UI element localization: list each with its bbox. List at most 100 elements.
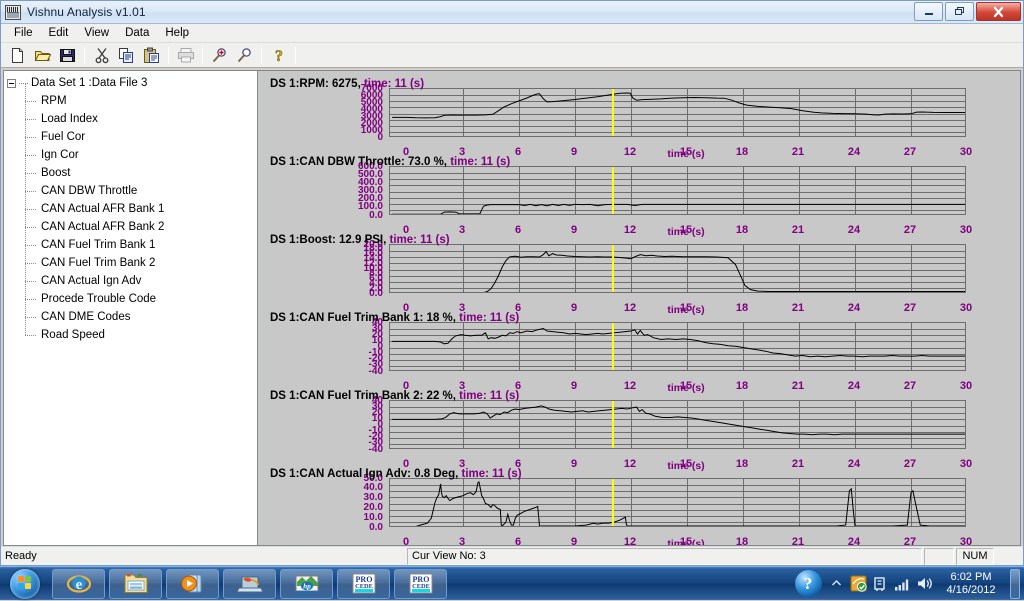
status-num-lock: NUM	[956, 547, 994, 565]
taskbar-laptop-app[interactable]	[223, 568, 276, 599]
help-orb-icon[interactable]: ?	[791, 570, 825, 597]
open-icon[interactable]	[30, 44, 55, 67]
chart-cursor-readout: time: 11 (s)	[363, 78, 425, 90]
tree-item-boost[interactable]: Boost	[7, 155, 257, 182]
chart-plot-area-4[interactable]	[389, 322, 966, 371]
help-icon[interactable]: ?	[266, 44, 291, 67]
taskbar-procede-app-1[interactable]: PRO CEDE	[337, 568, 390, 599]
cut-icon[interactable]	[89, 44, 114, 67]
time-cursor-4[interactable]	[612, 323, 615, 370]
time-cursor-6[interactable]	[612, 479, 615, 526]
clock-date: 4/16/2012	[946, 583, 996, 596]
action-center-icon[interactable]	[847, 571, 869, 597]
menu-item-edit[interactable]: Edit	[41, 25, 77, 41]
menu-item-help[interactable]: Help	[157, 25, 197, 41]
chart-plot-area-2[interactable]	[389, 166, 966, 215]
tree-item-can-actual-ign-adv[interactable]: CAN Actual Ign Adv	[7, 263, 257, 290]
tree-item-label: CAN Fuel Trim Bank 2	[41, 257, 156, 269]
tree-item-can-dbw-throttle[interactable]: CAN DBW Throttle	[7, 173, 257, 200]
copy-icon[interactable]	[114, 44, 139, 67]
minimize-button[interactable]	[914, 2, 943, 21]
time-cursor-1[interactable]	[612, 89, 615, 136]
tree-item-ign-cor[interactable]: Ign Cor	[7, 137, 257, 164]
menu-item-file[interactable]: File	[6, 25, 41, 41]
taskbar-internet-explorer[interactable]: e	[52, 568, 105, 599]
tree-item-fuel-cor[interactable]: Fuel Cor	[7, 119, 257, 146]
chart-panel-1[interactable]: DS 1:RPM: 6275, time: 11 (s) 0 1000 2000 300…	[258, 78, 1020, 160]
volume-icon[interactable]	[913, 571, 935, 597]
y-tick-label: 40.0	[363, 482, 383, 494]
chart-panel-2[interactable]: DS 1:CAN DBW Throttle: 73.0 %, time: 11 …	[258, 156, 1020, 238]
chart-trace-2	[392, 203, 965, 214]
time-cursor-2[interactable]	[612, 167, 615, 214]
chart-panel-3[interactable]: DS 1:Boost: 12.9 PSI, time: 11 (s) 0.0 2.0…	[258, 234, 1020, 316]
show-hidden-icons-icon[interactable]	[825, 571, 847, 597]
taskbar-hp-app[interactable]: hp	[280, 568, 333, 599]
tree-item-label: Procede Trouble Code	[41, 293, 157, 305]
chart-readout-label: DS 1:CAN Fuel Trim Bank 2: 22 %	[270, 390, 453, 402]
show-desktop-button[interactable]	[1010, 568, 1020, 599]
x-tick-label: 9	[570, 536, 578, 546]
x-tick-label: 30	[959, 536, 973, 546]
charts-pane[interactable]: DS 1:RPM: 6275, time: 11 (s) 0 1000 2000 300…	[258, 70, 1021, 546]
network-signal-icon[interactable]	[891, 571, 913, 597]
system-tray: ? 6:02 PM 4/16/2012	[791, 567, 1024, 601]
menu-item-data[interactable]: Data	[117, 25, 157, 41]
tree-item-road-speed[interactable]: Road Speed	[7, 317, 257, 344]
collapse-icon[interactable]	[7, 78, 16, 88]
status-spacer	[924, 547, 954, 565]
chart-panel-4[interactable]: DS 1:CAN Fuel Trim Bank 1: 18 %, time: 1…	[258, 312, 1020, 394]
chart-plot-area-5[interactable]	[389, 400, 966, 449]
chart-readout-label: DS 1:CAN DBW Throttle: 73.0 %	[270, 156, 444, 168]
chart-readout-label: DS 1:CAN Actual Ign Adv: 0.8 Deg	[270, 468, 456, 480]
tree-item-can-fuel-trim-bank-1[interactable]: CAN Fuel Trim Bank 1	[7, 227, 257, 254]
time-cursor-3[interactable]	[612, 245, 615, 292]
start-button[interactable]	[2, 568, 48, 600]
zoom-in-icon[interactable]	[207, 44, 232, 67]
chart-trace-3	[484, 250, 965, 292]
tree-item-label: CAN Actual Ign Adv	[41, 275, 142, 287]
tree-item-procede-trouble-code[interactable]: Procede Trouble Code	[7, 281, 257, 308]
tree-item-can-fuel-trim-bank-2[interactable]: CAN Fuel Trim Bank 2	[7, 245, 257, 272]
tree-item-can-actual-afr-bank-1[interactable]: CAN Actual AFR Bank 1	[7, 191, 257, 218]
chart-cursor-readout: time: 11 (s)	[450, 156, 511, 168]
chart-title-1: DS 1:RPM: 6275, time: 11 (s)	[270, 78, 425, 90]
device-icon[interactable]	[869, 571, 891, 597]
tree-connector	[25, 101, 41, 128]
clock[interactable]: 6:02 PM 4/16/2012	[935, 571, 1007, 597]
chart-plot-area-1[interactable]	[389, 88, 966, 137]
taskbar-media-player[interactable]	[166, 568, 219, 599]
taskbar-windows-explorer[interactable]	[109, 568, 162, 599]
chart-title-6: DS 1:CAN Actual Ign Adv: 0.8 Deg, time: …	[270, 468, 522, 480]
tree-item-label: CAN Actual AFR Bank 1	[41, 203, 165, 215]
tree-root-node[interactable]: Data Set 1 :Data File 3	[7, 74, 257, 92]
taskbar: e hp PRO CEDE PRO CEDE ? 6:02 PM 4/16/20…	[0, 566, 1024, 600]
tree-connector	[25, 299, 41, 326]
chart-panel-6[interactable]: DS 1:CAN Actual Ign Adv: 0.8 Deg, time: …	[258, 468, 1020, 546]
chart-readout-label: DS 1:RPM: 6275	[270, 78, 358, 90]
tree-item-can-actual-afr-bank-2[interactable]: CAN Actual AFR Bank 2	[7, 209, 257, 236]
x-tick-label: 18	[735, 536, 749, 546]
time-cursor-5[interactable]	[612, 401, 615, 448]
data-tree-pane[interactable]: Data Set 1 :Data File 3 RPM Load Index Fue…	[3, 70, 258, 546]
new-icon[interactable]	[5, 44, 30, 67]
chart-plot-area-6[interactable]	[389, 478, 966, 527]
save-icon[interactable]	[55, 44, 80, 67]
taskbar-procede-app-2[interactable]: PRO CEDE	[394, 568, 447, 599]
chart-plot-area-3[interactable]	[389, 244, 966, 293]
restore-button[interactable]	[945, 2, 974, 21]
y-tick-label: 0.0	[369, 521, 383, 533]
menu-item-view[interactable]: View	[76, 25, 117, 41]
chart-panel-5[interactable]: DS 1:CAN Fuel Trim Bank 2: 22 %, time: 1…	[258, 390, 1020, 472]
tree-connector	[25, 83, 41, 110]
tree-item-load-index[interactable]: Load Index	[7, 101, 257, 128]
toolbar-separator-3	[202, 46, 203, 64]
chart-cursor-readout: time: 11 (s)	[459, 312, 520, 324]
paste-icon[interactable]	[139, 44, 164, 67]
x-tick-label: 24	[847, 536, 861, 546]
tree-item-rpm[interactable]: RPM	[7, 83, 257, 110]
chart-y-axis-labels-1: 0 1000 2000 3000 4000 5000 6000 7000	[258, 83, 383, 142]
tree-item-can-dme-codes[interactable]: CAN DME Codes	[7, 299, 257, 326]
zoom-out-icon[interactable]	[232, 44, 257, 67]
close-button[interactable]	[976, 2, 1021, 21]
